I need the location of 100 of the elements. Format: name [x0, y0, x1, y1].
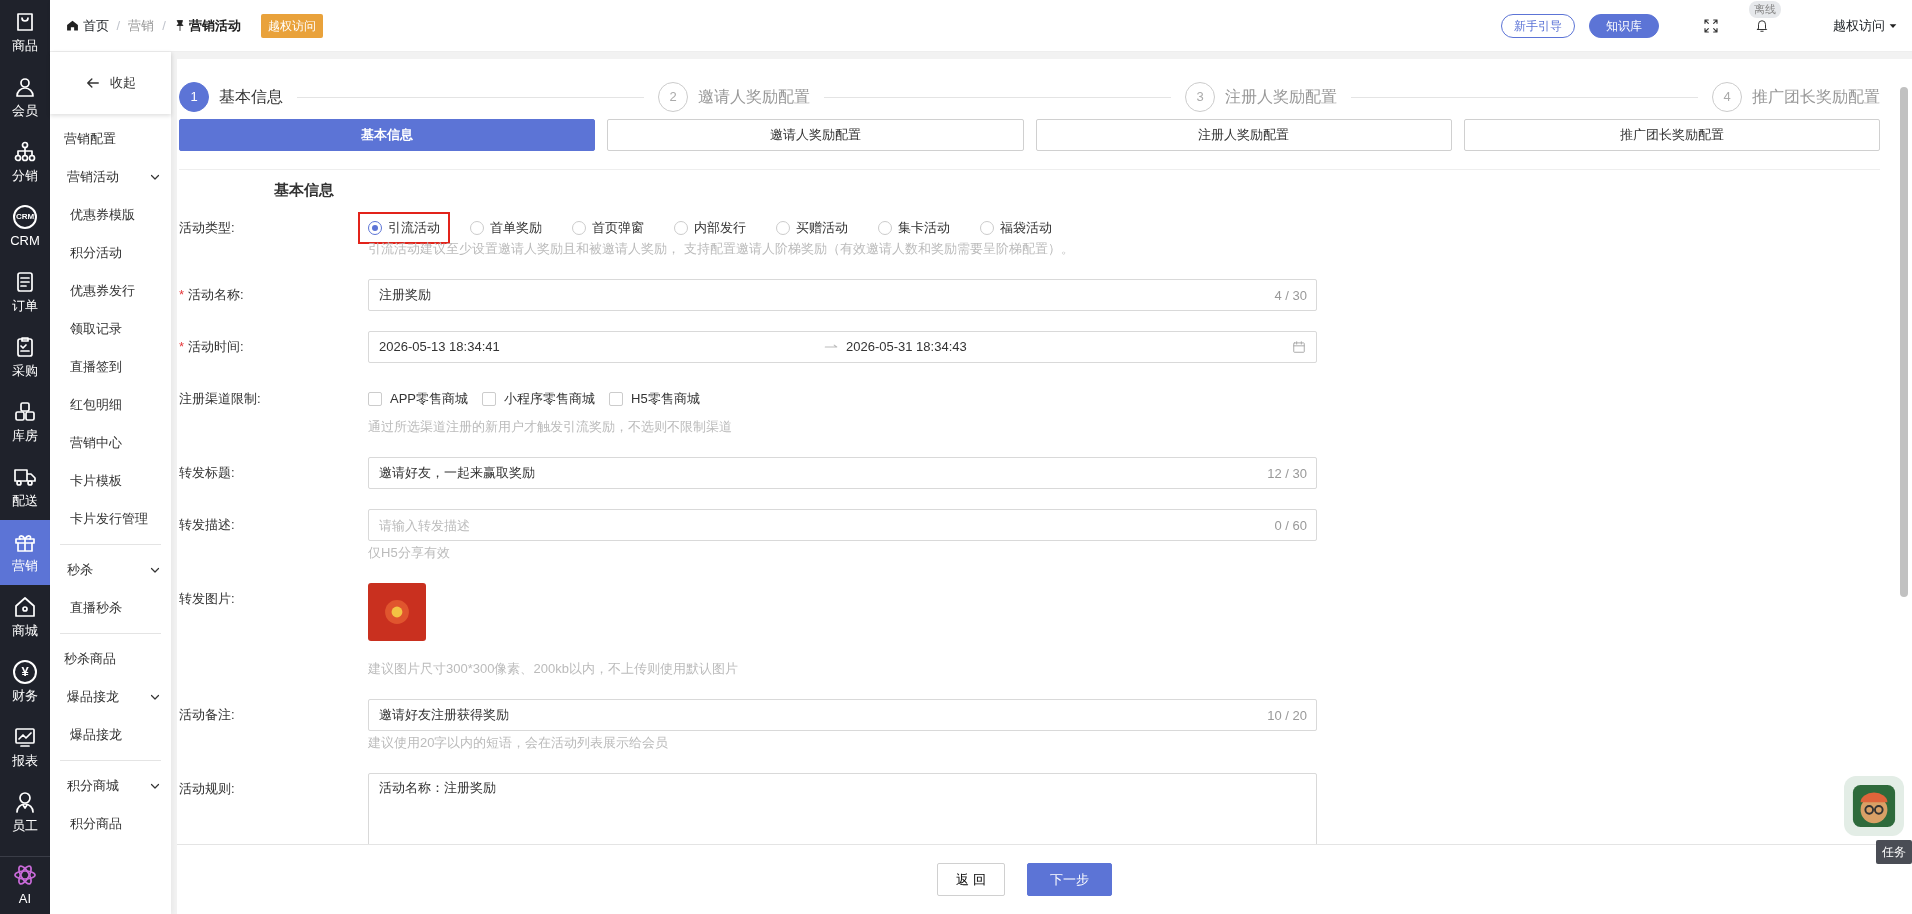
submenu-group[interactable]: 积分商城	[50, 767, 171, 805]
circle-badge-icon: CRM	[13, 204, 37, 229]
tab[interactable]: 基本信息	[179, 119, 596, 151]
submenu-item[interactable]: 卡片模板	[50, 462, 171, 500]
rules-textarea[interactable]: 活动名称：注册奖励	[368, 773, 1317, 844]
checkbox[interactable]	[368, 392, 382, 406]
field-hint: 建议图片尺寸300*300像素、200kb以内，不上传则使用默认图片	[368, 660, 739, 678]
submenu-item[interactable]: 直播签到	[50, 348, 171, 386]
blocks-icon	[13, 399, 37, 424]
character-counter: 12 / 30	[1267, 465, 1307, 483]
required-mark: *	[179, 287, 185, 302]
user-menu[interactable]: 越权访问	[1832, 15, 1898, 36]
radio-label: 引流活动	[388, 219, 440, 238]
checkbox-option[interactable]: 小程序零售商城	[482, 389, 595, 409]
sun-emblem-icon	[384, 599, 410, 625]
rail-item[interactable]: ¥ 财务	[0, 650, 50, 715]
cartoon-avatar-icon	[1851, 783, 1897, 829]
field-label: 活动备注:	[179, 706, 236, 724]
fullscreen-icon	[1702, 17, 1719, 34]
status-badge: 离线	[1748, 1, 1781, 18]
rail-item[interactable]: 营销	[0, 520, 50, 585]
submenu-group[interactable]: 爆品接龙	[50, 678, 171, 716]
field-label: 转发描述:	[179, 516, 236, 534]
submenu-group[interactable]: 营销活动	[50, 158, 171, 196]
rail-item[interactable]: 商城	[0, 585, 50, 650]
step-label: 邀请人奖励配置	[698, 87, 810, 107]
network-icon	[13, 139, 37, 164]
checkbox-option[interactable]: APP零售商城	[368, 389, 468, 409]
rail-item[interactable]: 库房	[0, 390, 50, 455]
rail-item[interactable]: 采购	[0, 325, 50, 390]
field-label: 注册渠道限制:	[179, 390, 262, 408]
step-number: 1	[179, 82, 209, 112]
radio-label: 首页弹窗	[592, 219, 644, 238]
next-button[interactable]: 下一步	[1026, 862, 1112, 897]
character-counter: 10 / 20	[1267, 707, 1307, 725]
rail-item[interactable]: 员工	[0, 780, 50, 845]
breadcrumb-link[interactable]: 首页	[66, 15, 109, 36]
permission-badge: 越权访问	[261, 13, 324, 38]
house-icon	[13, 594, 37, 619]
submenu-item[interactable]: 直播秒杀	[50, 589, 171, 627]
submenu-item[interactable]: 领取记录	[50, 310, 171, 348]
field-label: 活动时间:	[188, 339, 244, 354]
knowledge-base-button[interactable]: 知识库	[1588, 13, 1659, 38]
rail-item[interactable]: 报表	[0, 715, 50, 780]
submenu-item[interactable]: 营销中心	[50, 424, 171, 462]
scrollbar-thumb[interactable]	[1900, 87, 1908, 597]
character-counter: 4 / 30	[1274, 287, 1307, 305]
checkbox-label: 小程序零售商城	[504, 390, 595, 409]
field-hint: 建议使用20字以内的短语，会在活动列表展示给会员	[368, 734, 670, 752]
submenu-item[interactable]: 卡片发行管理	[50, 500, 171, 538]
tab[interactable]: 推广团长奖励配置	[1463, 119, 1880, 151]
submenu-item[interactable]: 优惠券发行	[50, 272, 171, 310]
radio-label: 集卡活动	[898, 219, 950, 238]
submenu-item[interactable]: 积分商品	[50, 805, 171, 843]
checkbox-option[interactable]: H5零售商城	[609, 389, 700, 409]
radio-label: 首单奖励	[490, 219, 542, 238]
step-label: 推广团长奖励配置	[1752, 87, 1880, 107]
breadcrumb-link[interactable]: 营销活动	[173, 15, 242, 36]
submenu-group[interactable]: 秒杀	[50, 551, 171, 589]
rail-item[interactable]: 会员	[0, 65, 50, 130]
checkbox[interactable]	[482, 392, 496, 406]
rail-item[interactable]: CRM CRM	[0, 195, 50, 260]
radio-label: 福袋活动	[1000, 219, 1052, 238]
textarea-line: 活动名称：注册奖励	[379, 779, 497, 797]
tab[interactable]: 邀请人奖励配置	[607, 119, 1024, 151]
rail-item[interactable]: 商品	[0, 0, 50, 65]
step-label: 基本信息	[219, 87, 283, 107]
field-hint: 仅H5分享有效	[368, 544, 451, 562]
submenu-item[interactable]: 积分活动	[50, 234, 171, 272]
circle-badge-icon: ¥	[13, 659, 37, 684]
collapse-button[interactable]: 收起	[50, 52, 171, 114]
guide-button[interactable]: 新手引导	[1500, 13, 1575, 38]
submenu-item[interactable]: 红包明细	[50, 386, 171, 424]
date-range-field[interactable]: 2026-05-13 18:34:41 2026-05-31 18:34:43	[368, 331, 1317, 363]
rail-item[interactable]: 配送	[0, 455, 50, 520]
character-counter: 0 / 60	[1274, 517, 1307, 535]
required-mark: *	[179, 339, 185, 354]
tab[interactable]: 注册人奖励配置	[1035, 119, 1452, 151]
submenu-item[interactable]: 爆品接龙	[50, 716, 171, 754]
rail-item[interactable]: 分销	[0, 130, 50, 195]
calendar-icon	[1292, 340, 1306, 354]
atom-icon	[13, 862, 37, 887]
back-button[interactable]: 返 回	[937, 862, 1005, 897]
home-icon	[66, 19, 79, 32]
task-label[interactable]: 任务	[1876, 840, 1912, 864]
section-title: 基本信息	[274, 180, 334, 201]
field-label: 活动规则:	[179, 780, 236, 798]
rail-item[interactable]: 订单	[0, 260, 50, 325]
breadcrumb-separator: /	[116, 16, 121, 35]
field-hint: 通过所选渠道注册的新用户才触发引流奖励，不选则不限制渠道	[368, 418, 733, 436]
checkbox[interactable]	[609, 392, 623, 406]
submenu-item[interactable]: 营销配置	[50, 120, 171, 158]
share-image[interactable]	[368, 583, 426, 641]
submenu-item[interactable]: 优惠券模版	[50, 196, 171, 234]
floating-assistant[interactable]	[1844, 776, 1904, 836]
start-date: 2026-05-13 18:34:41	[379, 338, 501, 357]
checkbox-label: APP零售商城	[390, 390, 468, 409]
person-badge-icon	[13, 789, 37, 814]
radio-label: 买赠活动	[796, 219, 848, 238]
submenu-item[interactable]: 秒杀商品	[50, 640, 171, 678]
